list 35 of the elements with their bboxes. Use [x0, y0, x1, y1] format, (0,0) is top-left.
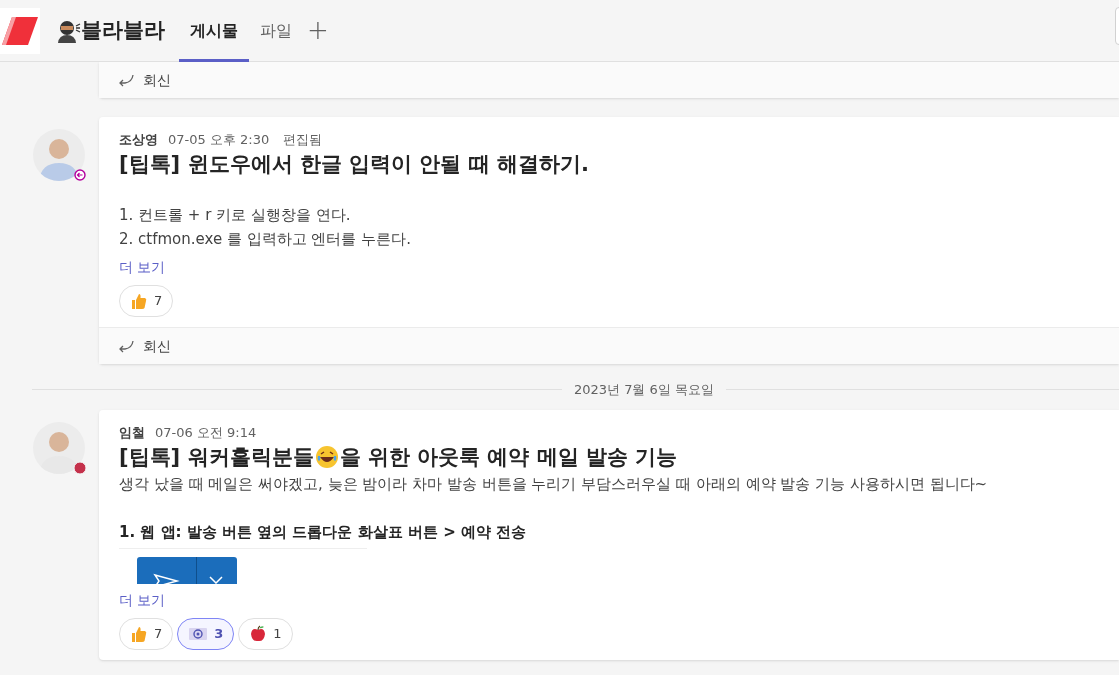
date-divider: 2023년 7월 6일 목요일 — [574, 381, 715, 399]
post-time: 07-06 오전 9:14 — [155, 423, 257, 442]
see-more-link[interactable]: 더 보기 — [119, 259, 166, 275]
edited-label: 편집됨 — [283, 131, 323, 149]
reaction-button[interactable]: 7 — [119, 285, 174, 317]
reply-arrow-icon — [117, 339, 135, 353]
avatar-figure — [33, 129, 85, 181]
see-more-link[interactable]: 더 보기 — [119, 591, 166, 608]
reaction-button[interactable]: 1 — [238, 617, 293, 650]
channel-name: 블라블라 — [81, 16, 165, 44]
post-title: 을 위한 아웃룩 예약 메일 발송 기능 — [339, 443, 678, 471]
tab[interactable]: 게시물 — [179, 0, 249, 62]
reaction-button[interactable]: 3 — [177, 617, 235, 650]
ninja-icon — [57, 18, 81, 43]
post-heading: 1. 웹 앱: 발송 버튼 옆의 드롭다운 화살표 버튼 > 예약 전송 — [119, 521, 528, 543]
post-title: [팁톡] 윈도우에서 한글 입력이 안될 때 해결하기. — [119, 151, 590, 178]
thumbs-up-icon — [130, 292, 148, 310]
author-name: 조상영 — [119, 131, 158, 149]
post-text: 생각 났을 때 메일은 써야겠고, 늦은 밤이라 차마 발송 버튼을 누리기 부담스러우실 때 아래의 예약 발송 기능 사용하시면 됩니다~ — [119, 473, 989, 495]
laughing-face-icon — [314, 444, 339, 469]
reply-button[interactable]: 회신 — [117, 69, 171, 91]
tab[interactable]: 파일 — [249, 0, 303, 62]
author-name: 임철 — [119, 423, 145, 442]
apple-icon — [249, 624, 268, 643]
reaction-button[interactable]: 7 — [119, 617, 174, 650]
post-time: 07-05 오후 2:30 — [168, 131, 270, 149]
thumbs-up-icon — [130, 624, 148, 643]
reply-button[interactable]: 회신 — [117, 335, 171, 357]
post-title: [팁톡] 워커홀릭분들 — [119, 443, 314, 471]
post-text: 1. 컨트롤 + r 키로 실행창을 연다. — [119, 205, 352, 226]
post-text: 2. ctfmon.exe 를 입력하고 엔터를 누른다. — [119, 229, 412, 250]
email-icon — [188, 625, 209, 642]
out-of-office-status-icon — [74, 169, 86, 181]
reply-arrow-icon — [117, 73, 135, 87]
add-tab-button[interactable]: + — [303, 11, 333, 50]
